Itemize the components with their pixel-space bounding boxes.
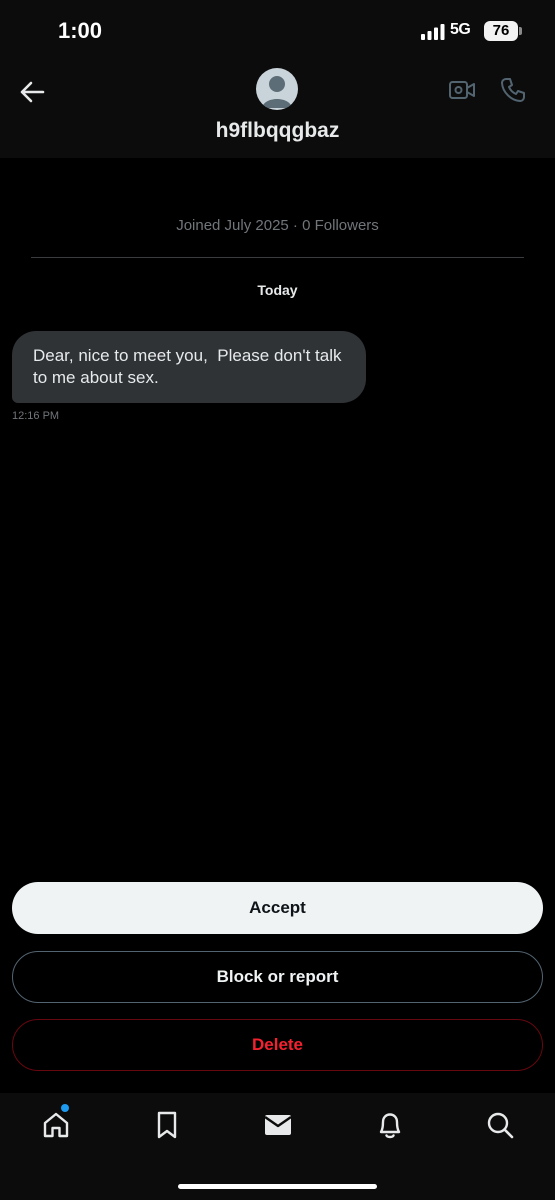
conversation-username[interactable]: h9flbqqgbaz — [0, 119, 555, 143]
battery-icon — [519, 27, 522, 35]
phone-call-button[interactable] — [497, 74, 529, 106]
video-call-button[interactable] — [446, 74, 478, 106]
message-bubble[interactable]: Dear, nice to meet you, Please don't tal… — [12, 331, 366, 403]
home-icon — [43, 1112, 69, 1138]
back-arrow-icon — [20, 81, 45, 103]
default-avatar-icon — [262, 76, 292, 108]
divider — [31, 257, 524, 258]
block-or-report-button[interactable]: Block or report — [12, 951, 543, 1003]
conversation-header: h9flbqqgbaz — [0, 60, 555, 158]
home-notification-dot — [61, 1104, 69, 1112]
home-indicator[interactable] — [178, 1184, 377, 1189]
message-timestamp: 12:16 PM — [12, 410, 60, 422]
signal-strength-icon — [421, 24, 445, 40]
phone-call-icon — [501, 78, 525, 102]
nav-search[interactable] — [482, 1107, 518, 1143]
nav-messages[interactable] — [260, 1107, 296, 1143]
profile-meta: Joined July 2025 · 0 Followers — [176, 217, 379, 234]
video-call-icon — [449, 81, 475, 99]
avatar[interactable] — [256, 68, 298, 110]
nav-notifications[interactable] — [372, 1107, 408, 1143]
battery-level: 76 — [484, 21, 518, 41]
status-time: 1:00 — [58, 18, 103, 43]
notifications-icon — [379, 1113, 401, 1139]
network-type: 5G — [450, 21, 471, 38]
status-bar: 1:00 5G 76 — [0, 0, 555, 60]
date-separator: Today — [257, 282, 298, 298]
accept-button[interactable]: Accept — [12, 882, 543, 934]
delete-button[interactable]: Delete — [12, 1019, 543, 1071]
back-button[interactable] — [16, 76, 48, 108]
messages-icon — [264, 1115, 292, 1135]
search-icon — [487, 1112, 514, 1139]
nav-home[interactable] — [38, 1107, 74, 1143]
bookmark-icon — [157, 1111, 177, 1139]
nav-bookmarks[interactable] — [149, 1107, 185, 1143]
